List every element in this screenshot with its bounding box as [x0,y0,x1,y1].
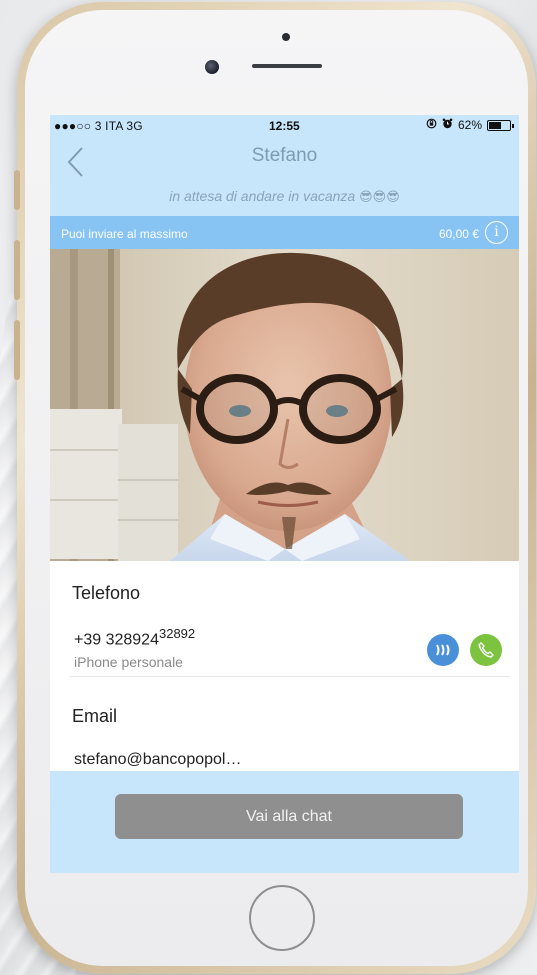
front-camera [205,60,219,74]
contact-details: Telefono +39 32892432892 iPhone personal… [50,561,519,771]
info-icon[interactable]: i [485,221,508,244]
contact-photo [50,249,519,561]
send-limit-bar: Puoi inviare al massimo 60,00 € i [50,216,519,249]
go-to-chat-button[interactable]: Vai alla chat [115,794,463,839]
phone-icon [478,642,494,658]
email-value[interactable]: stefano@bancopopol… [74,751,241,769]
portrait-image [50,249,519,561]
battery-icon [487,119,514,131]
rotation-lock-icon [426,118,437,132]
sunglasses-emoji-icon: 😎😎😎 [359,189,400,204]
status-time: 12:55 [269,119,300,133]
send-limit-amount: 60,00 € [438,227,479,241]
header: ●●●○○ 3 ITA 3G 12:55 62% Stefano in atte… [50,115,519,216]
status-message: in attesa di andare in vacanza 😎😎😎 [50,188,519,205]
earpiece-speaker [252,64,322,68]
footer: Vai alla chat [50,771,519,873]
side-button-mute [14,170,20,210]
section-divider [70,676,510,677]
email-section-label: Email [72,706,118,726]
status-message-text: in attesa di andare in vacanza [169,188,356,204]
side-button-volume-up [14,240,20,300]
home-button[interactable] [249,885,315,951]
status-right-group: 62% [426,118,514,132]
phone-number[interactable]: +39 32892432892 [74,626,195,649]
alarm-icon [442,118,453,132]
phone-section-label: Telefono [72,583,141,603]
send-limit-label: Puoi inviare al massimo [61,227,188,241]
phone-number-overlay: 32892 [158,626,196,641]
status-bar: ●●●○○ 3 ITA 3G 12:55 62% [50,115,519,137]
side-button-volume-down [14,320,20,380]
phone-type: iPhone personale [74,654,183,670]
proximity-sensor [282,33,290,41]
phone-number-value: +39 328924 [74,631,159,649]
carrier-signal: ●●●○○ 3 ITA 3G [54,119,143,133]
battery-percent: 62% [457,118,482,132]
jiffy-icon [436,644,450,656]
jiffy-send-button[interactable] [427,634,459,666]
page-title: Stefano [251,145,318,166]
screen: ●●●○○ 3 ITA 3G 12:55 62% Stefano in atte… [50,115,519,873]
battery-level [489,121,501,129]
call-button[interactable] [470,634,502,666]
